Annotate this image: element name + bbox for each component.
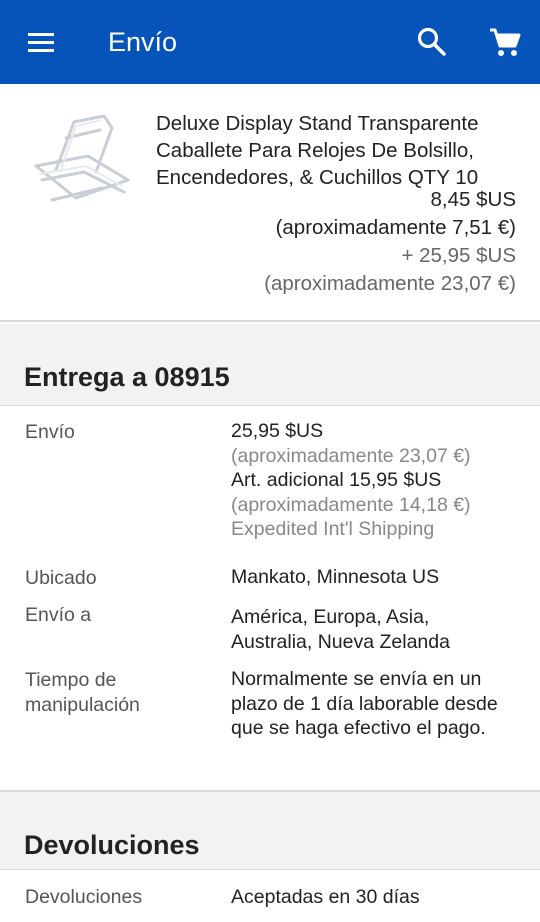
additional-item-cost: Art. adicional 15,95 $US: [231, 469, 442, 491]
item-shipping-price: + 25,95 $US: [401, 244, 516, 267]
delivery-heading: Entrega a 08915: [24, 362, 230, 392]
located-value: Mankato, Minnesota US: [231, 566, 440, 588]
additional-item-approx: (aproximadamente 14,18 €): [231, 493, 471, 516]
delivery-section-header: Entrega a 08915: [0, 324, 540, 406]
shipping-cost: 25,95 $US: [231, 420, 324, 442]
located-label: Ubicado: [25, 567, 97, 589]
item-title: Deluxe Display Stand Transparente Caball…: [156, 112, 479, 189]
ships-to-label: Envío a: [25, 604, 92, 626]
returns-label: Devoluciones: [25, 886, 143, 908]
returns-heading: Devoluciones: [24, 830, 200, 860]
ships-to-value: América, Europa, Asia, Australia, Nueva …: [231, 606, 450, 653]
handling-time-value: Normalmente se envía en un plazo de 1 dí…: [231, 668, 498, 739]
search-icon[interactable]: [416, 26, 448, 58]
app-header: Envío: [0, 0, 540, 84]
returns-value: Aceptadas en 30 días: [231, 886, 420, 908]
returns-section-header: Devoluciones: [0, 790, 540, 870]
menu-icon[interactable]: [26, 28, 58, 56]
item-shipping-approx: (aproximadamente 23,07 €): [264, 272, 516, 295]
shipping-details: 25,95 $US (aproximadamente 23,07 €) Art.…: [231, 419, 521, 542]
shipping-cost-approx: (aproximadamente 23,07 €): [231, 444, 471, 467]
shipping-label: Envío: [25, 421, 75, 443]
item-summary[interactable]: Deluxe Display Stand Transparente Caball…: [0, 84, 540, 322]
cart-icon[interactable]: [488, 26, 522, 58]
item-price: 8,45 $US: [430, 188, 516, 211]
handling-time-label: Tiempo de manipulación: [25, 669, 140, 716]
page-title: Envío: [108, 27, 178, 57]
shipping-service: Expedited Int'l Shipping: [231, 518, 435, 540]
item-price-approx: (aproximadamente 7,51 €): [275, 216, 516, 239]
